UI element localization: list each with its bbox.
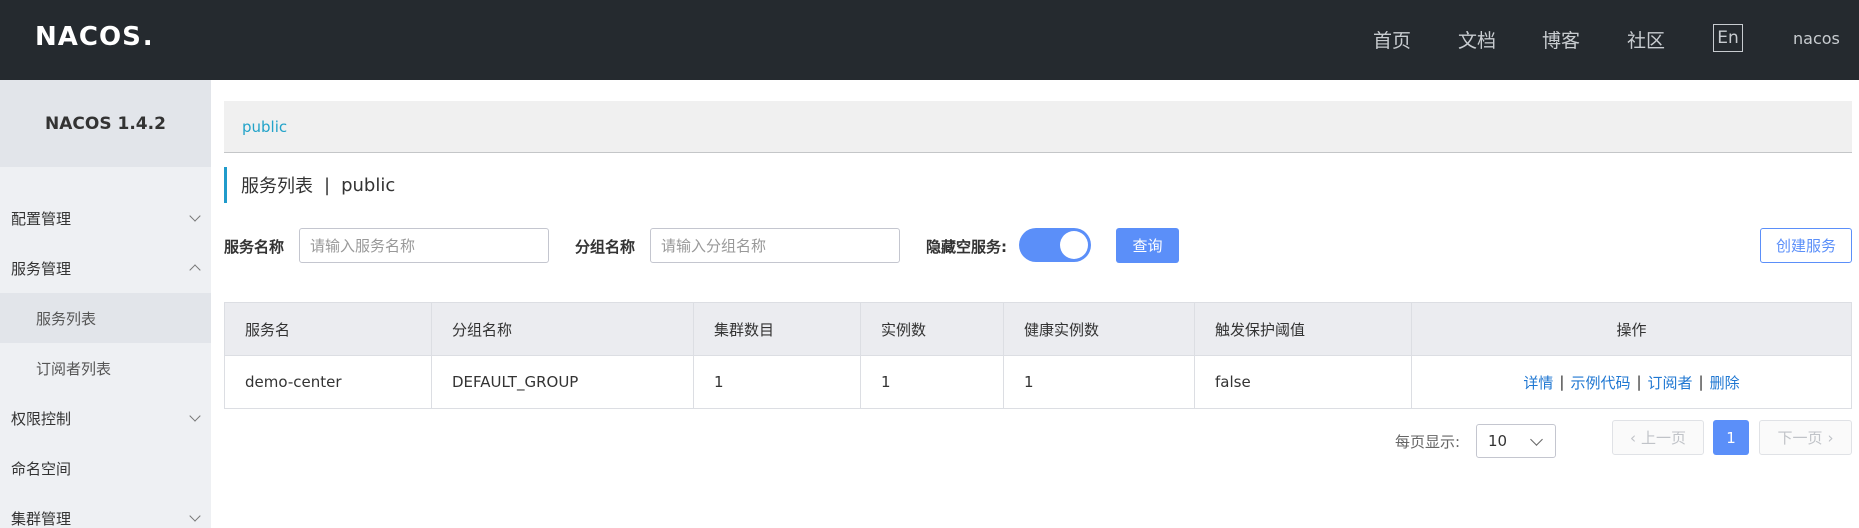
toggle-knob <box>1060 231 1088 259</box>
cell-healthy-count: 1 <box>1004 356 1195 408</box>
cell-group-name: DEFAULT_GROUP <box>432 356 694 408</box>
sidebar: NACOS 1.4.2 配置管理 服务管理 服务列表 订阅者列表 权限控制 命名… <box>0 80 211 528</box>
page-size-value: 10 <box>1488 432 1508 450</box>
chevron-down-icon <box>189 410 201 422</box>
sidebar-item-label: 服务列表 <box>36 309 97 328</box>
chevron-down-icon <box>189 510 201 522</box>
sidebar-title: NACOS 1.4.2 <box>0 80 211 167</box>
create-service-button[interactable]: 创建服务 <box>1760 228 1852 263</box>
sample-code-link[interactable]: 示例代码 <box>1570 372 1630 393</box>
sidebar-item-label: 订阅者列表 <box>36 359 112 378</box>
service-table: 服务名 分组名称 集群数目 实例数 健康实例数 触发保护阈值 操作 demo-c… <box>224 302 1852 409</box>
cell-cluster-count: 1 <box>694 356 861 408</box>
sidebar-item-access-control[interactable]: 权限控制 <box>0 393 211 443</box>
logo-dot: . <box>142 22 154 52</box>
action-separator: | <box>1636 373 1642 391</box>
next-page-button[interactable]: 下一页 › <box>1759 420 1852 455</box>
page-size-label: 每页显示: <box>1395 433 1461 451</box>
chevron-down-icon <box>189 210 201 222</box>
logo-text: NACOS <box>35 22 142 52</box>
page-title: 服务列表 | public <box>224 167 395 203</box>
prev-page-button[interactable]: ‹ 上一页 <box>1612 420 1704 455</box>
nav-blog[interactable]: 博客 <box>1542 26 1580 53</box>
group-name-input[interactable]: 请输入分组名称 <box>650 228 900 263</box>
sidebar-item-service-list[interactable]: 服务列表 <box>0 293 211 343</box>
nav-docs[interactable]: 文档 <box>1458 26 1496 53</box>
action-separator: | <box>1559 373 1565 391</box>
page-title-text: 服务列表 <box>241 176 313 197</box>
sidebar-item-label: 服务管理 <box>11 259 72 278</box>
namespace-bar: public <box>224 101 1852 153</box>
sidebar-item-label: 配置管理 <box>11 209 72 228</box>
page-size-select[interactable]: 10 <box>1476 424 1556 458</box>
cell-service-name: demo-center <box>225 356 432 408</box>
chevron-up-icon <box>189 264 201 276</box>
cell-instance-count: 1 <box>861 356 1004 408</box>
column-header: 操作 <box>1616 320 1647 339</box>
user-menu[interactable]: nacos <box>1793 29 1840 48</box>
cell-protect-threshold: false <box>1195 356 1412 408</box>
language-switch-button[interactable]: En <box>1713 24 1743 52</box>
column-header: 服务名 <box>225 303 432 355</box>
sidebar-item-label: 集群管理 <box>11 509 72 528</box>
column-header: 健康实例数 <box>1004 303 1195 355</box>
subscribers-link[interactable]: 订阅者 <box>1648 372 1693 393</box>
table-header-row: 服务名 分组名称 集群数目 实例数 健康实例数 触发保护阈值 操作 <box>225 303 1851 356</box>
title-separator: | <box>324 174 331 196</box>
top-navigation-bar: NACOS. 首页 文档 博客 社区 En nacos <box>0 0 1859 80</box>
column-header: 触发保护阈值 <box>1195 303 1412 355</box>
sidebar-item-subscriber-list[interactable]: 订阅者列表 <box>0 343 211 393</box>
details-link[interactable]: 详情 <box>1523 372 1553 393</box>
namespace-link-public[interactable]: public <box>242 118 287 136</box>
query-button[interactable]: 查询 <box>1116 228 1179 263</box>
table-row: demo-center DEFAULT_GROUP 1 1 1 false 详情… <box>225 356 1851 408</box>
sidebar-item-service-management[interactable]: 服务管理 <box>0 243 211 293</box>
nav-community[interactable]: 社区 <box>1627 26 1665 53</box>
delete-link[interactable]: 删除 <box>1710 372 1740 393</box>
action-separator: | <box>1698 373 1704 391</box>
page-number-current[interactable]: 1 <box>1713 420 1749 455</box>
sidebar-item-namespace[interactable]: 命名空间 <box>0 443 211 493</box>
sidebar-item-cluster-management[interactable]: 集群管理 <box>0 493 211 528</box>
chevron-down-icon <box>1530 433 1543 446</box>
chevron-right-icon: › <box>1827 428 1834 447</box>
column-header: 分组名称 <box>432 303 694 355</box>
nacos-logo[interactable]: NACOS. <box>35 22 154 52</box>
service-name-label: 服务名称 <box>224 238 285 256</box>
sidebar-item-label: 权限控制 <box>11 409 72 428</box>
sidebar-item-config-management[interactable]: 配置管理 <box>0 193 211 243</box>
page-title-namespace: public <box>341 174 396 196</box>
column-header: 集群数目 <box>694 303 861 355</box>
prev-page-label: 上一页 <box>1640 429 1686 447</box>
cell-actions: 详情 | 示例代码 | 订阅者 | 删除 <box>1412 356 1851 408</box>
sidebar-item-label: 命名空间 <box>11 459 72 478</box>
next-page-label: 下一页 <box>1777 429 1823 447</box>
group-name-label: 分组名称 <box>575 238 636 256</box>
column-header: 实例数 <box>861 303 1004 355</box>
chevron-left-icon: ‹ <box>1629 428 1636 447</box>
hide-empty-label: 隐藏空服务: <box>926 238 1007 256</box>
nav-home[interactable]: 首页 <box>1373 26 1411 53</box>
service-name-input[interactable]: 请输入服务名称 <box>299 228 549 263</box>
hide-empty-toggle[interactable] <box>1019 228 1091 262</box>
